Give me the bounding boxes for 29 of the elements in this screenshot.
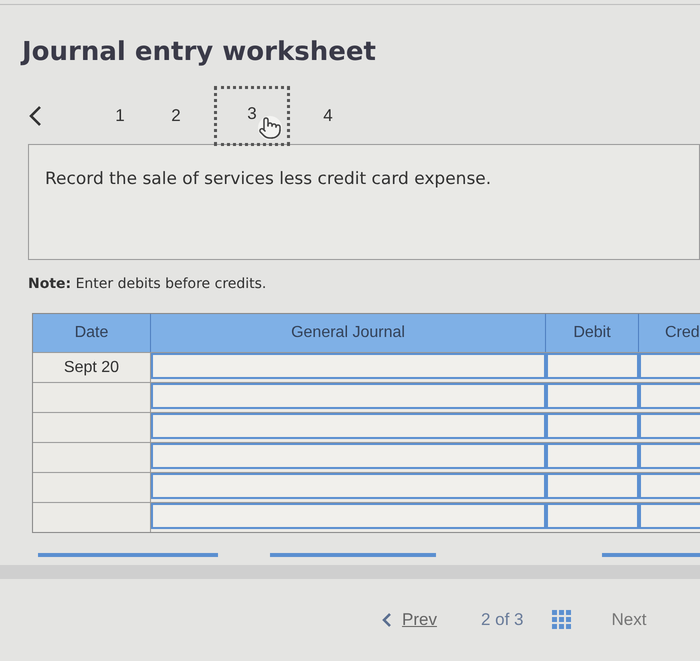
debit-input[interactable] — [546, 353, 639, 379]
hand-cursor-icon — [258, 116, 282, 140]
debit-input[interactable] — [546, 473, 639, 499]
column-header: General Journal — [151, 314, 546, 352]
prev-button[interactable]: Prev — [382, 607, 437, 632]
page-counter: 2 of 3 — [480, 609, 524, 631]
step-tab[interactable]: 4 — [300, 86, 356, 146]
account-input[interactable] — [151, 413, 546, 439]
instruction-text: Record the sale of services less credit card expense. — [45, 168, 492, 191]
grid-icon[interactable] — [552, 610, 572, 630]
account-input[interactable] — [151, 503, 546, 529]
worksheet-title: Journal entry worksheet — [22, 36, 377, 69]
note-text: Note: Enter debits before credits. — [28, 275, 268, 294]
account-input[interactable] — [151, 353, 546, 379]
account-input[interactable] — [151, 383, 546, 409]
step-tab[interactable]: 1 — [92, 86, 148, 146]
account-input[interactable] — [151, 443, 546, 469]
debit-input[interactable] — [546, 503, 639, 529]
account-input[interactable] — [151, 473, 546, 499]
debit-input[interactable] — [546, 383, 639, 409]
next-button[interactable]: Next — [612, 607, 646, 632]
chevron-left-icon — [382, 612, 392, 628]
debit-input[interactable] — [546, 443, 639, 469]
column-header: Cred — [639, 314, 700, 352]
debit-input[interactable] — [546, 413, 639, 439]
back-icon[interactable] — [28, 105, 42, 127]
column-header: Debit — [546, 314, 639, 352]
step-tab[interactable]: 2 — [148, 86, 204, 146]
column-header: Date — [33, 314, 151, 352]
